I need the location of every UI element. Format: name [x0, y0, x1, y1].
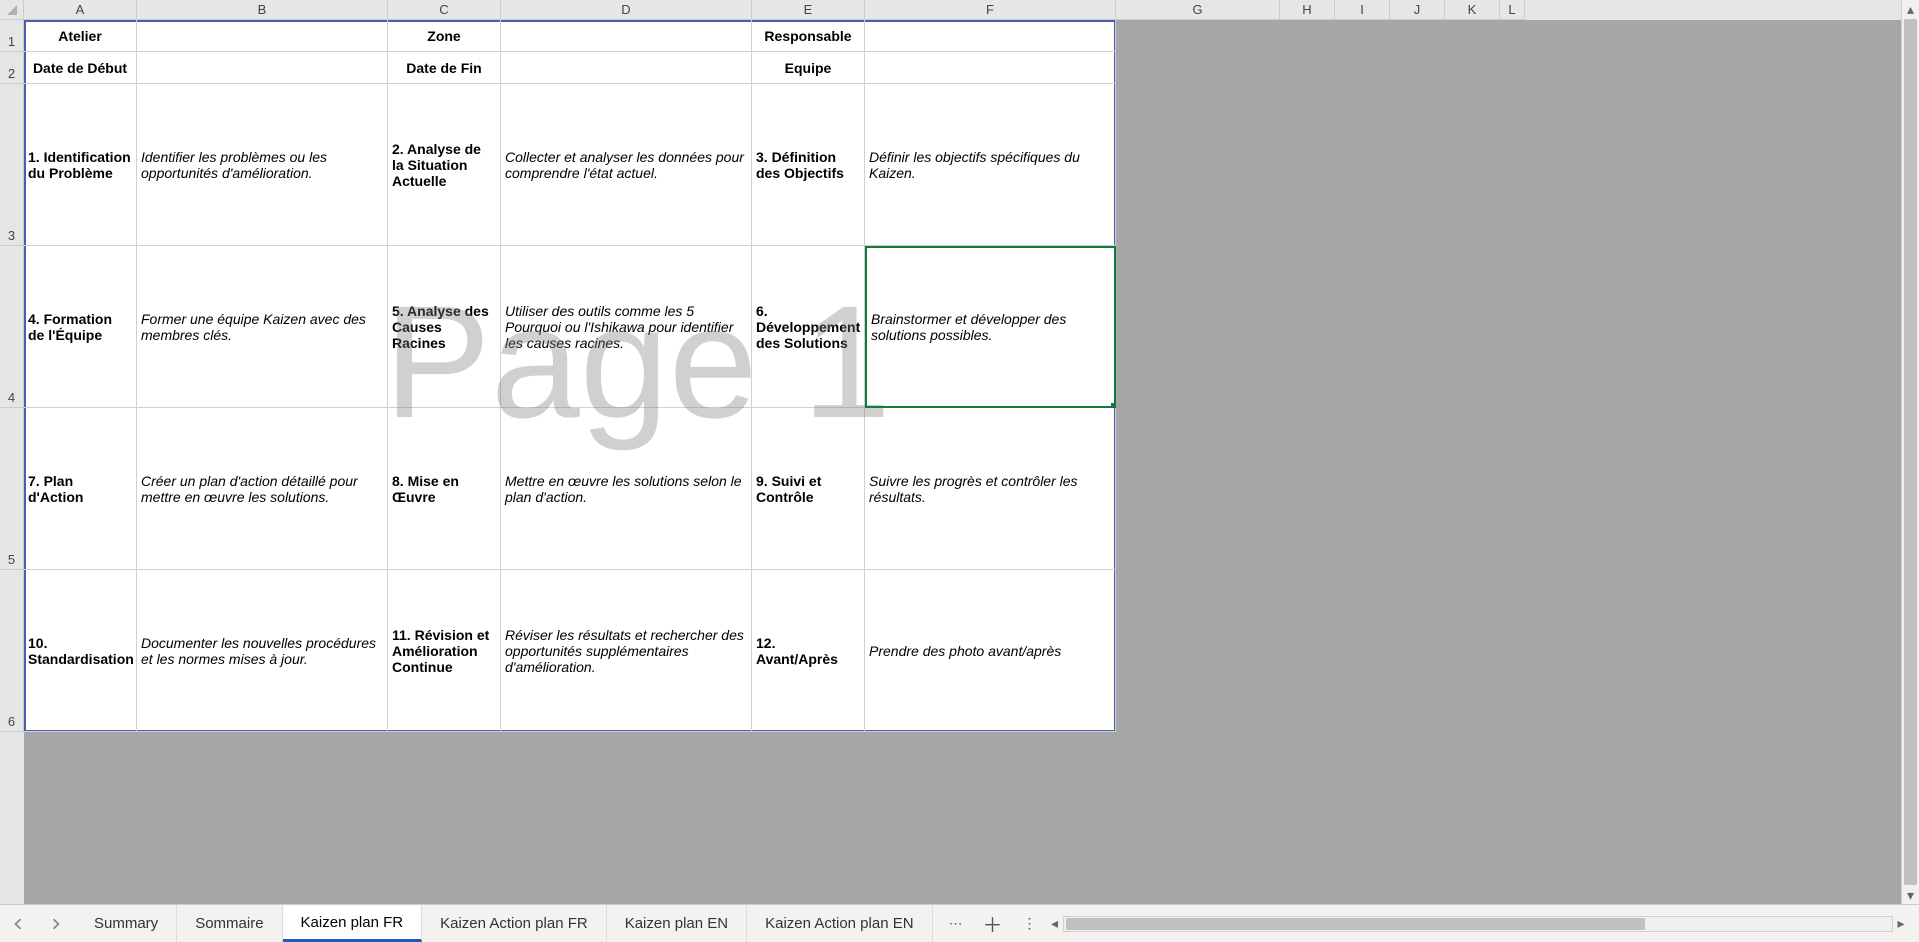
cell-F5[interactable]: Suivre les progrès et contrôler les résu…	[865, 408, 1116, 570]
spreadsheet-grid[interactable]: Atelier Zone Responsable Date de Début Date …	[24, 20, 1901, 904]
cell-D5[interactable]: Mettre en œuvre les solutions selon le p…	[501, 408, 752, 570]
column-header-K[interactable]: K	[1445, 0, 1500, 20]
cell-A5[interactable]: 7. Plan d'Action	[24, 408, 137, 570]
column-header-D[interactable]: D	[501, 0, 752, 20]
column-header-I[interactable]: I	[1335, 0, 1390, 20]
cell-C5[interactable]: 8. Mise en Œuvre	[388, 408, 501, 570]
column-header-E[interactable]: E	[752, 0, 865, 20]
fill-handle[interactable]	[1111, 403, 1116, 408]
tab-overflow-icon[interactable]: ⋯	[949, 915, 963, 932]
cell-D2[interactable]	[501, 52, 752, 84]
cell-F6[interactable]: Prendre des photo avant/après	[865, 570, 1116, 732]
sheet-tab[interactable]: Sommaire	[177, 905, 282, 942]
cell-C4[interactable]: 5. Analyse des Causes Racines	[388, 246, 501, 408]
vertical-scrollbar[interactable]: ▴ ▾	[1901, 0, 1919, 904]
cell-B4[interactable]: Former une équipe Kaizen avec des membre…	[137, 246, 388, 408]
cell-B1[interactable]	[137, 20, 388, 52]
horizontal-scrollbar[interactable]: ◂ ▸	[1037, 916, 1919, 932]
cell-E6[interactable]: 12. Avant/Après	[752, 570, 865, 732]
row-header-1[interactable]: 1	[0, 20, 24, 52]
sheet-tab[interactable]: Kaizen Action plan FR	[422, 905, 607, 942]
column-header-C[interactable]: C	[388, 0, 501, 20]
cell-E4[interactable]: 6. Développement des Solutions	[752, 246, 865, 408]
column-header-J[interactable]: J	[1390, 0, 1445, 20]
cell-F3[interactable]: Définir les objectifs spécifiques du Kai…	[865, 84, 1116, 246]
cell-C2[interactable]: Date de Fin	[388, 52, 501, 84]
column-header-B[interactable]: B	[137, 0, 388, 20]
horizontal-scroll-thumb[interactable]	[1066, 918, 1646, 930]
row-header-2[interactable]: 2	[0, 52, 24, 84]
cell-A1[interactable]: Atelier	[24, 20, 137, 52]
row-headers: 123456	[0, 20, 24, 904]
cell-C1[interactable]: Zone	[388, 20, 501, 52]
sheet-tab[interactable]: Kaizen plan FR	[283, 905, 423, 942]
sheet-tab[interactable]: Summary	[76, 905, 177, 942]
column-header-A[interactable]: A	[24, 0, 137, 20]
scroll-left-icon[interactable]: ◂	[1047, 916, 1063, 932]
cell-B3[interactable]: Identifier les problèmes ou les opportun…	[137, 84, 388, 246]
column-header-G[interactable]: G	[1116, 0, 1280, 20]
sheet-tab[interactable]: Kaizen Action plan EN	[747, 905, 932, 942]
tab-nav-prev-icon[interactable]	[12, 917, 26, 931]
cell-A2[interactable]: Date de Début	[24, 52, 137, 84]
row-header-6[interactable]: 6	[0, 570, 24, 732]
cell-D6[interactable]: Réviser les résultats et rechercher des …	[501, 570, 752, 732]
cell-B2[interactable]	[137, 52, 388, 84]
cell-A3[interactable]: 1. Identification du Problème	[24, 84, 137, 246]
cell-A6[interactable]: 10. Standardisation	[24, 570, 137, 732]
cell-F4[interactable]: Brainstormer et développer des solutions…	[865, 246, 1116, 408]
tab-menu-icon[interactable]: ⋮	[1023, 915, 1037, 932]
column-header-H[interactable]: H	[1280, 0, 1335, 20]
cell-E2[interactable]: Equipe	[752, 52, 865, 84]
scroll-up-icon[interactable]: ▴	[1902, 0, 1919, 18]
row-header-4[interactable]: 4	[0, 246, 24, 408]
cell-D3[interactable]: Collecter et analyser les données pour c…	[501, 84, 752, 246]
cell-E5[interactable]: 9. Suivi et Contrôle	[752, 408, 865, 570]
select-all-corner[interactable]	[0, 0, 24, 20]
row-header-5[interactable]: 5	[0, 408, 24, 570]
cell-D1[interactable]	[501, 20, 752, 52]
row-header-3[interactable]: 3	[0, 84, 24, 246]
column-headers: ABCDEFGHIJKL	[24, 0, 1901, 20]
cell-D4[interactable]: Utiliser des outils comme les 5 Pourquoi…	[501, 246, 752, 408]
cell-E3[interactable]: 3. Définition des Objectifs	[752, 84, 865, 246]
cell-E1[interactable]: Responsable	[752, 20, 865, 52]
sheet-tab[interactable]: Kaizen plan EN	[607, 905, 747, 942]
cell-F1[interactable]	[865, 20, 1116, 52]
cell-C3[interactable]: 2. Analyse de la Situation Actuelle	[388, 84, 501, 246]
scroll-down-icon[interactable]: ▾	[1902, 886, 1919, 904]
scroll-right-icon[interactable]: ▸	[1893, 916, 1909, 932]
add-sheet-icon[interactable]: ＋	[983, 909, 1003, 938]
column-header-L[interactable]: L	[1500, 0, 1525, 20]
cell-B5[interactable]: Créer un plan d'action détaillé pour met…	[137, 408, 388, 570]
tab-nav-next-icon[interactable]	[50, 917, 64, 931]
sheet-tab-bar: SummarySommaireKaizen plan FRKaizen Acti…	[0, 904, 1919, 942]
vertical-scroll-thumb[interactable]	[1904, 19, 1917, 885]
cell-C6[interactable]: 11. Révision et Amélioration Continue	[388, 570, 501, 732]
cell-A4[interactable]: 4. Formation de l'Équipe	[24, 246, 137, 408]
column-header-F[interactable]: F	[865, 0, 1116, 20]
cell-B6[interactable]: Documenter les nouvelles procédures et l…	[137, 570, 388, 732]
sheet-tabs: SummarySommaireKaizen plan FRKaizen Acti…	[76, 905, 933, 942]
cell-F2[interactable]	[865, 52, 1116, 84]
